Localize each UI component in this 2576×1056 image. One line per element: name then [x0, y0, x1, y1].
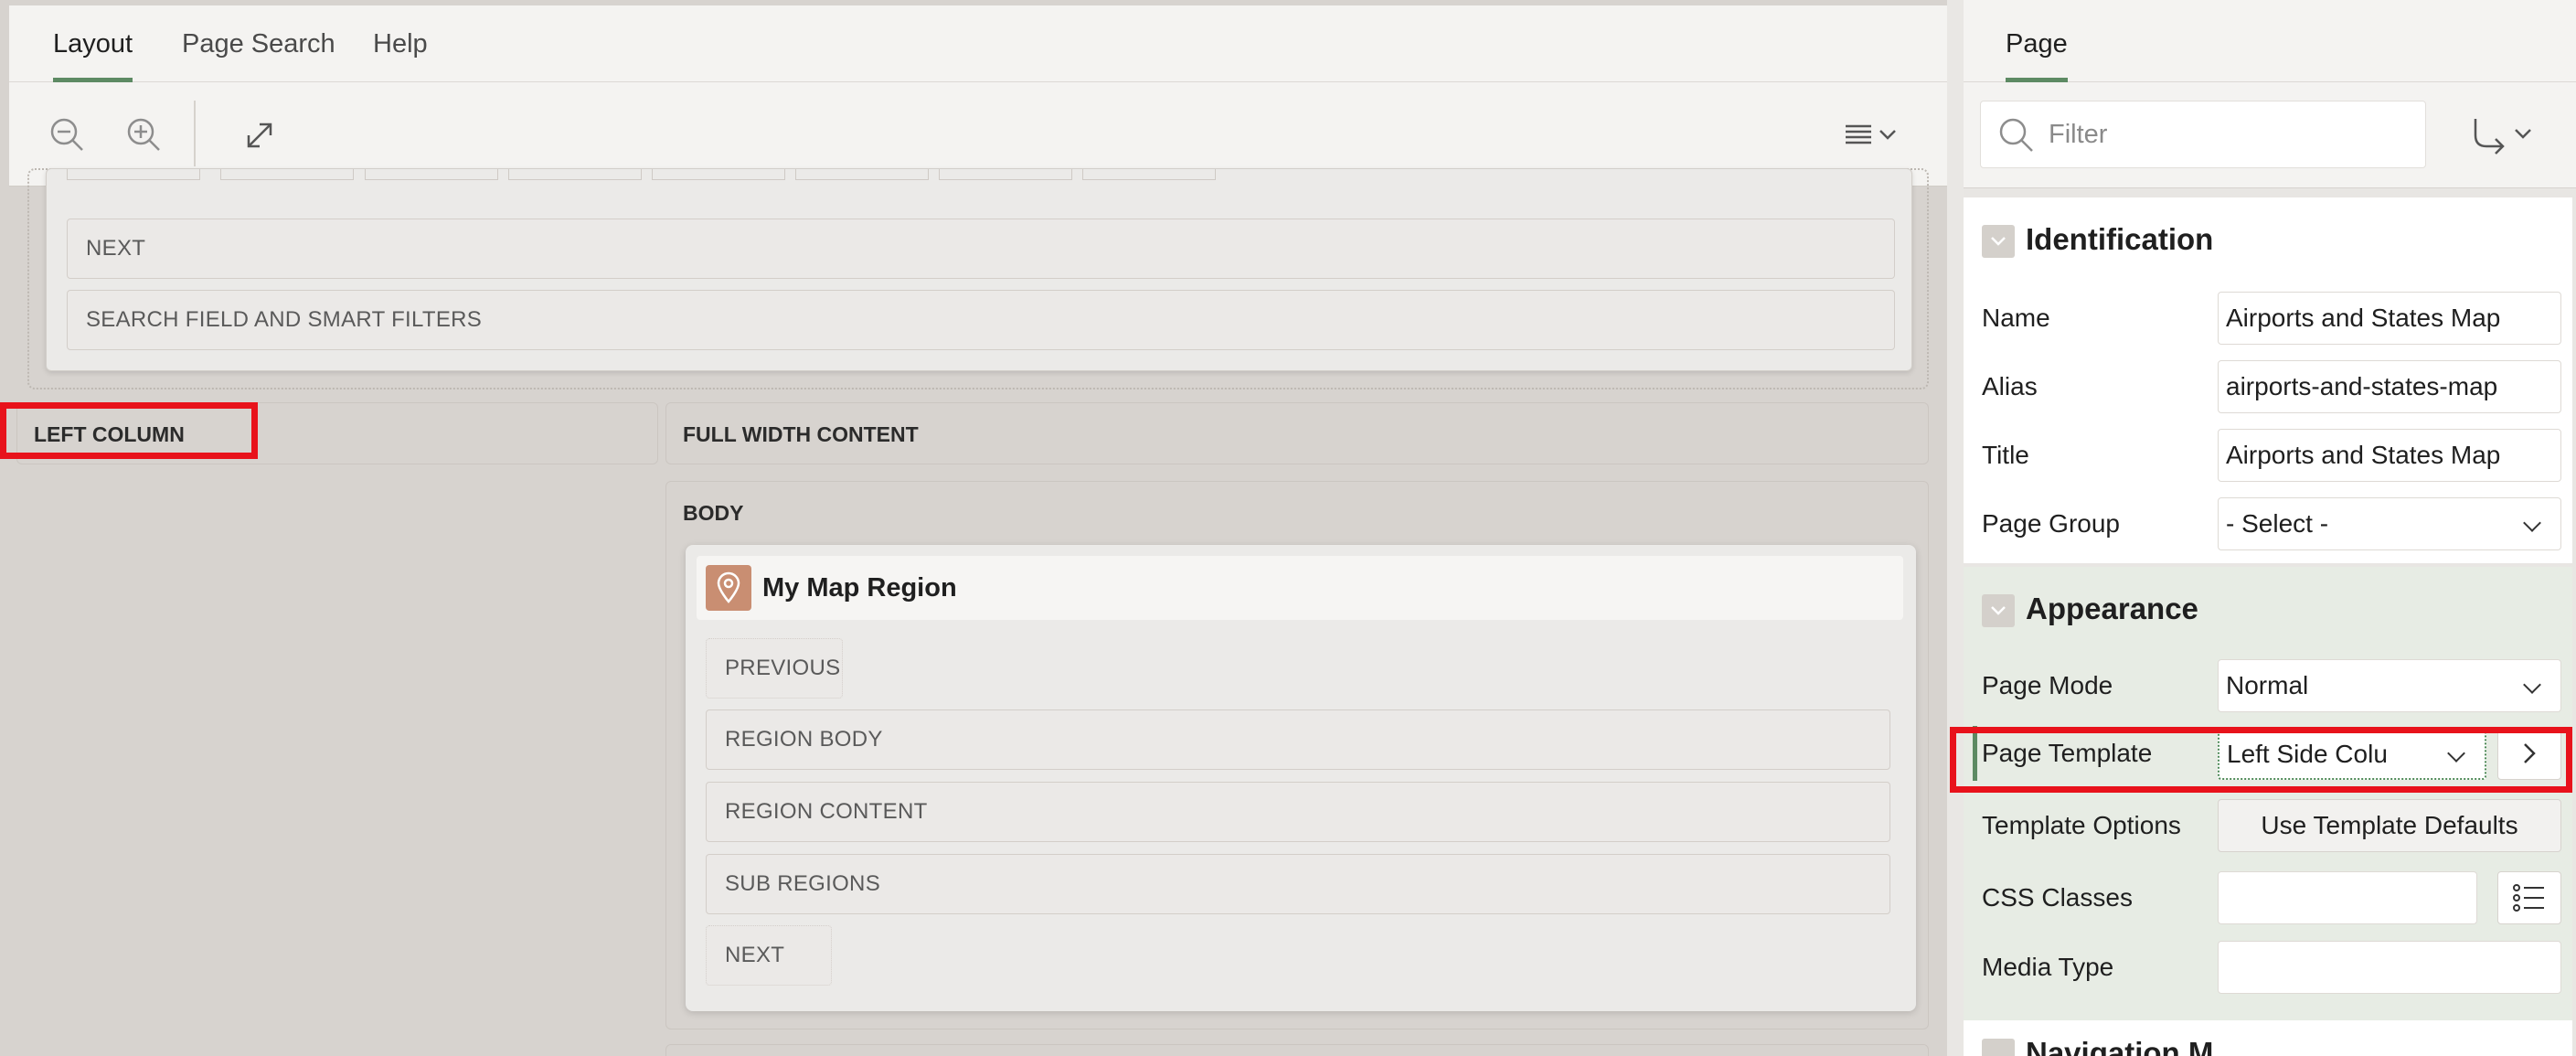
slot-next-top[interactable]: NEXT — [67, 219, 1895, 279]
section-appearance-title: Appearance — [2026, 592, 2198, 625]
toolbar-divider — [194, 101, 196, 166]
slot-sub-regions[interactable]: SUB REGIONS — [706, 854, 1890, 914]
filter-input[interactable] — [2049, 101, 2414, 167]
chevron-down-icon[interactable] — [1982, 225, 2015, 258]
page-group-select[interactable]: - Select - — [2218, 497, 2561, 550]
zoom-in-icon[interactable] — [117, 108, 172, 163]
list-icon[interactable] — [2497, 871, 2561, 924]
slot-stub — [220, 169, 354, 180]
name-label: Name — [1982, 304, 2050, 332]
name-field[interactable]: Airports and States Map — [2218, 292, 2561, 345]
layout-menu-icon[interactable] — [1836, 108, 1909, 163]
page-mode-select[interactable]: Normal — [2218, 659, 2561, 712]
go-to-group-icon[interactable] — [2466, 113, 2549, 157]
section-appearance-header[interactable]: Appearance — [1964, 567, 2572, 651]
title-label: Title — [1982, 441, 2029, 469]
slot-search-field[interactable]: SEARCH FIELD AND SMART FILTERS — [67, 290, 1895, 350]
tab-page-search[interactable]: Page Search — [182, 5, 335, 82]
tab-help[interactable]: Help — [373, 5, 428, 82]
layout-tab-bar: Layout Page Search Help — [9, 5, 1947, 82]
region-title: My Map Region — [762, 573, 957, 603]
layout-panel: Layout Page Search Help NEXT SEARCH FIEL… — [0, 0, 1947, 1056]
slot-region-content[interactable]: REGION CONTENT — [706, 782, 1890, 842]
alias-label: Alias — [1982, 372, 2038, 400]
section-identification: Identification Name Airports and States … — [1964, 197, 2572, 563]
chevron-down-icon[interactable] — [1982, 594, 2015, 627]
zone-next-partial — [665, 1044, 1929, 1056]
section-identification-title: Identification — [2026, 222, 2214, 256]
section-navigation-menu-partial: Navigation M — [1964, 1020, 2572, 1056]
slot-stub — [508, 169, 642, 180]
slot-stub — [67, 169, 200, 180]
slot-stub — [1082, 169, 1216, 180]
highlight-left-column — [0, 402, 258, 459]
title-field[interactable]: Airports and States Map — [2218, 429, 2561, 482]
tab-page[interactable]: Page — [2006, 5, 2068, 82]
panel-splitter[interactable] — [1947, 0, 1964, 1056]
map-region-card[interactable]: My Map Region PREVIOUS REGION BODY REGIO… — [686, 545, 1916, 1011]
expand-icon[interactable] — [232, 108, 287, 163]
property-tab-bar: Page — [1964, 5, 2576, 82]
alias-field[interactable]: airports-and-states-map — [2218, 360, 2561, 413]
media-type-field[interactable] — [2218, 941, 2561, 994]
slot-stub — [795, 169, 929, 180]
slot-stub — [939, 169, 1072, 180]
top-region-card: NEXT SEARCH FIELD AND SMART FILTERS — [46, 168, 1912, 371]
property-toolbar — [1964, 82, 2576, 188]
slot-stub — [652, 169, 785, 180]
chevron-down-icon[interactable] — [1982, 1039, 2015, 1056]
template-options-label: Template Options — [1982, 811, 2181, 839]
page-group-label: Page Group — [1982, 509, 2120, 538]
section-navigation-title: Navigation M — [2026, 1036, 2214, 1056]
slot-region-body[interactable]: REGION BODY — [706, 709, 1890, 770]
property-editor: Page Identification Name Airports and St… — [1964, 0, 2576, 1056]
section-appearance: Appearance Page Mode Normal Page Templat… — [1964, 567, 2572, 1056]
slot-next[interactable]: NEXT — [706, 925, 832, 986]
page-mode-label: Page Mode — [1982, 671, 2113, 699]
search-icon — [1997, 116, 2036, 159]
zone-full-width-content[interactable]: FULL WIDTH CONTENT — [665, 402, 1929, 464]
css-classes-label: CSS Classes — [1982, 883, 2133, 912]
media-type-label: Media Type — [1982, 953, 2114, 981]
slot-stub — [365, 169, 498, 180]
filter-field[interactable] — [1980, 101, 2426, 168]
map-pin-icon — [706, 565, 751, 611]
property-list: Identification Name Airports and States … — [1964, 188, 2576, 1056]
slot-previous[interactable]: PREVIOUS — [706, 638, 843, 699]
section-identification-header[interactable]: Identification — [1964, 197, 2572, 282]
zoom-out-icon[interactable] — [40, 108, 95, 163]
css-classes-field[interactable] — [2218, 871, 2477, 924]
use-template-defaults-button[interactable]: Use Template Defaults — [2218, 799, 2561, 852]
zone-body-label: BODY — [683, 501, 744, 525]
layout-canvas: NEXT SEARCH FIELD AND SMART FILTERS LEFT… — [9, 168, 1947, 1056]
tab-layout[interactable]: Layout — [53, 5, 133, 82]
highlight-page-template — [1950, 727, 2572, 793]
region-title-bar: My Map Region — [697, 556, 1903, 620]
